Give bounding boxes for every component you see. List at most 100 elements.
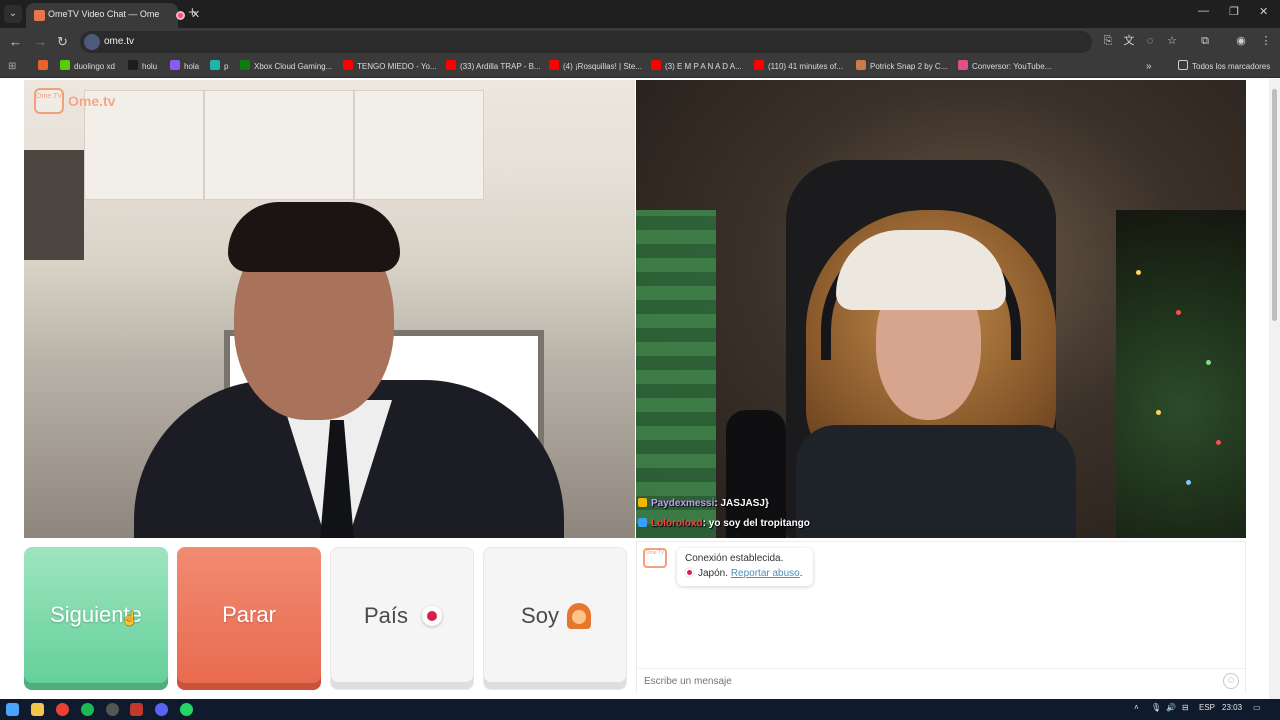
- chat-username: Paydexmessi: [651, 498, 715, 509]
- bookmark-favicon-icon: [210, 60, 220, 70]
- install-app-icon[interactable]: ⎘: [1101, 34, 1115, 48]
- window-close-icon[interactable]: ✕: [1259, 5, 1268, 18]
- apps-grid-icon[interactable]: ⊞: [8, 60, 16, 74]
- chrome-icon[interactable]: [56, 703, 69, 716]
- bookmark-favicon-icon: [958, 60, 968, 70]
- windows-taskbar: ˄ 🎙 🔊 ⊟ ESP 23:03 ▭: [0, 699, 1280, 720]
- bookmark-favicon-icon: [343, 60, 353, 70]
- forward-icon[interactable]: →: [34, 34, 47, 49]
- browser-toolbar: ← → ↻ ome.tv ⎘ 文 ◌ ☆ ⧉ ◉ ⋮: [0, 28, 1280, 56]
- gender-button[interactable]: Soy: [483, 547, 627, 690]
- bookmark-item[interactable]: Conversor: YouTube...: [958, 60, 1051, 74]
- bookmark-favicon-icon: [446, 60, 456, 70]
- translate-icon[interactable]: 文: [1122, 34, 1136, 48]
- bookmark-item[interactable]: (3) E M P A N A D A...: [651, 60, 742, 74]
- whatsapp-icon[interactable]: [180, 703, 193, 716]
- extensions-icon[interactable]: ⧉: [1198, 34, 1212, 48]
- language-indicator[interactable]: ESP: [1199, 703, 1215, 712]
- bookmark-item[interactable]: Xbox Cloud Gaming...: [240, 60, 332, 74]
- chat-panel: Ome TV Conexión establecida. Japón. Repo…: [636, 541, 1246, 694]
- address-bar[interactable]: ome.tv: [80, 31, 1092, 53]
- news-icon[interactable]: [130, 703, 143, 716]
- next-button[interactable]: Siguiente ☝: [24, 547, 168, 690]
- restore-icon[interactable]: ❐: [1229, 5, 1239, 18]
- bookmark-star-icon[interactable]: ☆: [1165, 34, 1179, 48]
- message-input[interactable]: [637, 668, 1245, 694]
- back-icon[interactable]: ←: [9, 34, 22, 49]
- partner-country: Japón.: [698, 568, 729, 579]
- stop-button-label: Parar: [222, 602, 276, 627]
- report-abuse-link[interactable]: Reportar abuso: [731, 568, 800, 579]
- bookmark-item[interactable]: holu: [128, 60, 157, 74]
- chat-overlay-line: Loloroloxd: yo soy del tropitango: [638, 518, 810, 538]
- clock[interactable]: 23:03: [1222, 703, 1242, 712]
- volume-icon[interactable]: 🔊: [1166, 703, 1176, 712]
- tree-light: [1156, 410, 1161, 415]
- woman-emoji-icon: [566, 603, 591, 629]
- bookmark-label: Xbox Cloud Gaming...: [254, 62, 333, 71]
- reload-icon[interactable]: ↻: [57, 34, 68, 50]
- bookmark-item[interactable]: TENGO MIEDO - Yo...: [343, 60, 437, 74]
- bookmark-favicon-icon: [38, 60, 48, 70]
- bookmark-label: (3) E M P A N A D A...: [665, 62, 742, 71]
- ometv-logo[interactable]: Ome TV Ome.tv: [34, 88, 124, 114]
- all-bookmarks-label: Todos los marcadores: [1192, 62, 1271, 71]
- bookmark-favicon-icon: [754, 60, 764, 70]
- bookmark-item[interactable]: (33) Ardilla TRAP - B...: [446, 60, 541, 74]
- japan-flag-icon: [422, 606, 443, 626]
- bookmark-label: (110) 41 minutes of...: [768, 62, 843, 71]
- file-explorer-icon[interactable]: [31, 703, 44, 716]
- tree-light: [1206, 360, 1211, 365]
- profile-avatar-icon[interactable]: ◉: [1234, 34, 1248, 48]
- bookmark-label: duolingo xd: [74, 62, 115, 71]
- emoji-picker-icon[interactable]: ☺: [1223, 673, 1239, 689]
- spotify-icon[interactable]: [81, 703, 94, 716]
- bookmark-item[interactable]: hola: [170, 60, 199, 74]
- bookmark-item[interactable]: (4) ¡Rosquillas! | Ste...: [549, 60, 642, 74]
- obs-icon[interactable]: [106, 703, 119, 716]
- bookmark-item[interactable]: duolingo xd: [60, 60, 115, 74]
- chat-overlay-line: Paydexmessi: JASJASJ}: [638, 498, 810, 518]
- bookmark-favicon-icon: [170, 60, 180, 70]
- minimize-icon[interactable]: —: [1198, 5, 1209, 17]
- tab-ometv[interactable]: OmeTV Video Chat — Ome ✕: [26, 3, 200, 28]
- person-hair: [228, 202, 400, 272]
- microphone-icon[interactable]: 🎙: [1151, 703, 1161, 712]
- all-bookmarks-folder[interactable]: Todos los marcadores: [1178, 60, 1270, 74]
- more-bookmarks-icon[interactable]: »: [1146, 60, 1152, 74]
- self-video: Paydexmessi: JASJASJ} Loloroloxd: yo soy…: [636, 80, 1246, 538]
- christmas-tree: [1116, 210, 1246, 538]
- bookmark-label: Potrick Snap 2 by C...: [870, 62, 948, 71]
- stranger-video: Ome TV Ome.tv: [24, 80, 635, 538]
- chat-message: : yo soy del tropitango: [702, 518, 810, 529]
- bookmark-favicon-icon: [549, 60, 559, 70]
- start-icon[interactable]: [6, 703, 19, 716]
- network-icon[interactable]: ⊟: [1182, 703, 1189, 712]
- recording-icon: [176, 11, 185, 20]
- page-scrollbar[interactable]: [1269, 79, 1280, 699]
- bookmark-item[interactable]: Potrick Snap 2 by C...: [856, 60, 947, 74]
- scroll-thumb[interactable]: [1272, 89, 1277, 321]
- bookmark-item[interactable]: (110) 41 minutes of...: [754, 60, 843, 74]
- country-button[interactable]: País: [330, 547, 474, 690]
- bookmark-item[interactable]: p: [210, 60, 228, 74]
- new-tab-icon[interactable]: +: [188, 4, 197, 21]
- eye-off-icon[interactable]: ◌: [1143, 34, 1157, 48]
- partner-info: Japón. Reportar abuso.: [685, 568, 805, 579]
- tree-light: [1176, 310, 1181, 315]
- chat-username: Loloroloxd: [651, 518, 703, 529]
- menu-kebab-icon[interactable]: ⋮: [1259, 34, 1273, 48]
- site-info-icon[interactable]: [84, 34, 100, 50]
- bookmark-label: TENGO MIEDO - Yo...: [357, 62, 437, 71]
- bookmark-label: Conversor: YouTube...: [972, 62, 1052, 71]
- chat-badge-icon: [638, 498, 647, 507]
- stop-button[interactable]: Parar: [177, 547, 321, 690]
- tray-chevron-icon[interactable]: ˄: [1134, 703, 1139, 712]
- hand-cursor-icon: ☝: [121, 610, 139, 626]
- discord-icon[interactable]: [155, 703, 168, 716]
- japan-flag-icon: [685, 568, 694, 577]
- notifications-icon[interactable]: ▭: [1253, 703, 1261, 712]
- tree-light: [1216, 440, 1221, 445]
- tab-search-icon[interactable]: ⌄: [4, 5, 22, 23]
- bookmark-item[interactable]: [38, 60, 52, 74]
